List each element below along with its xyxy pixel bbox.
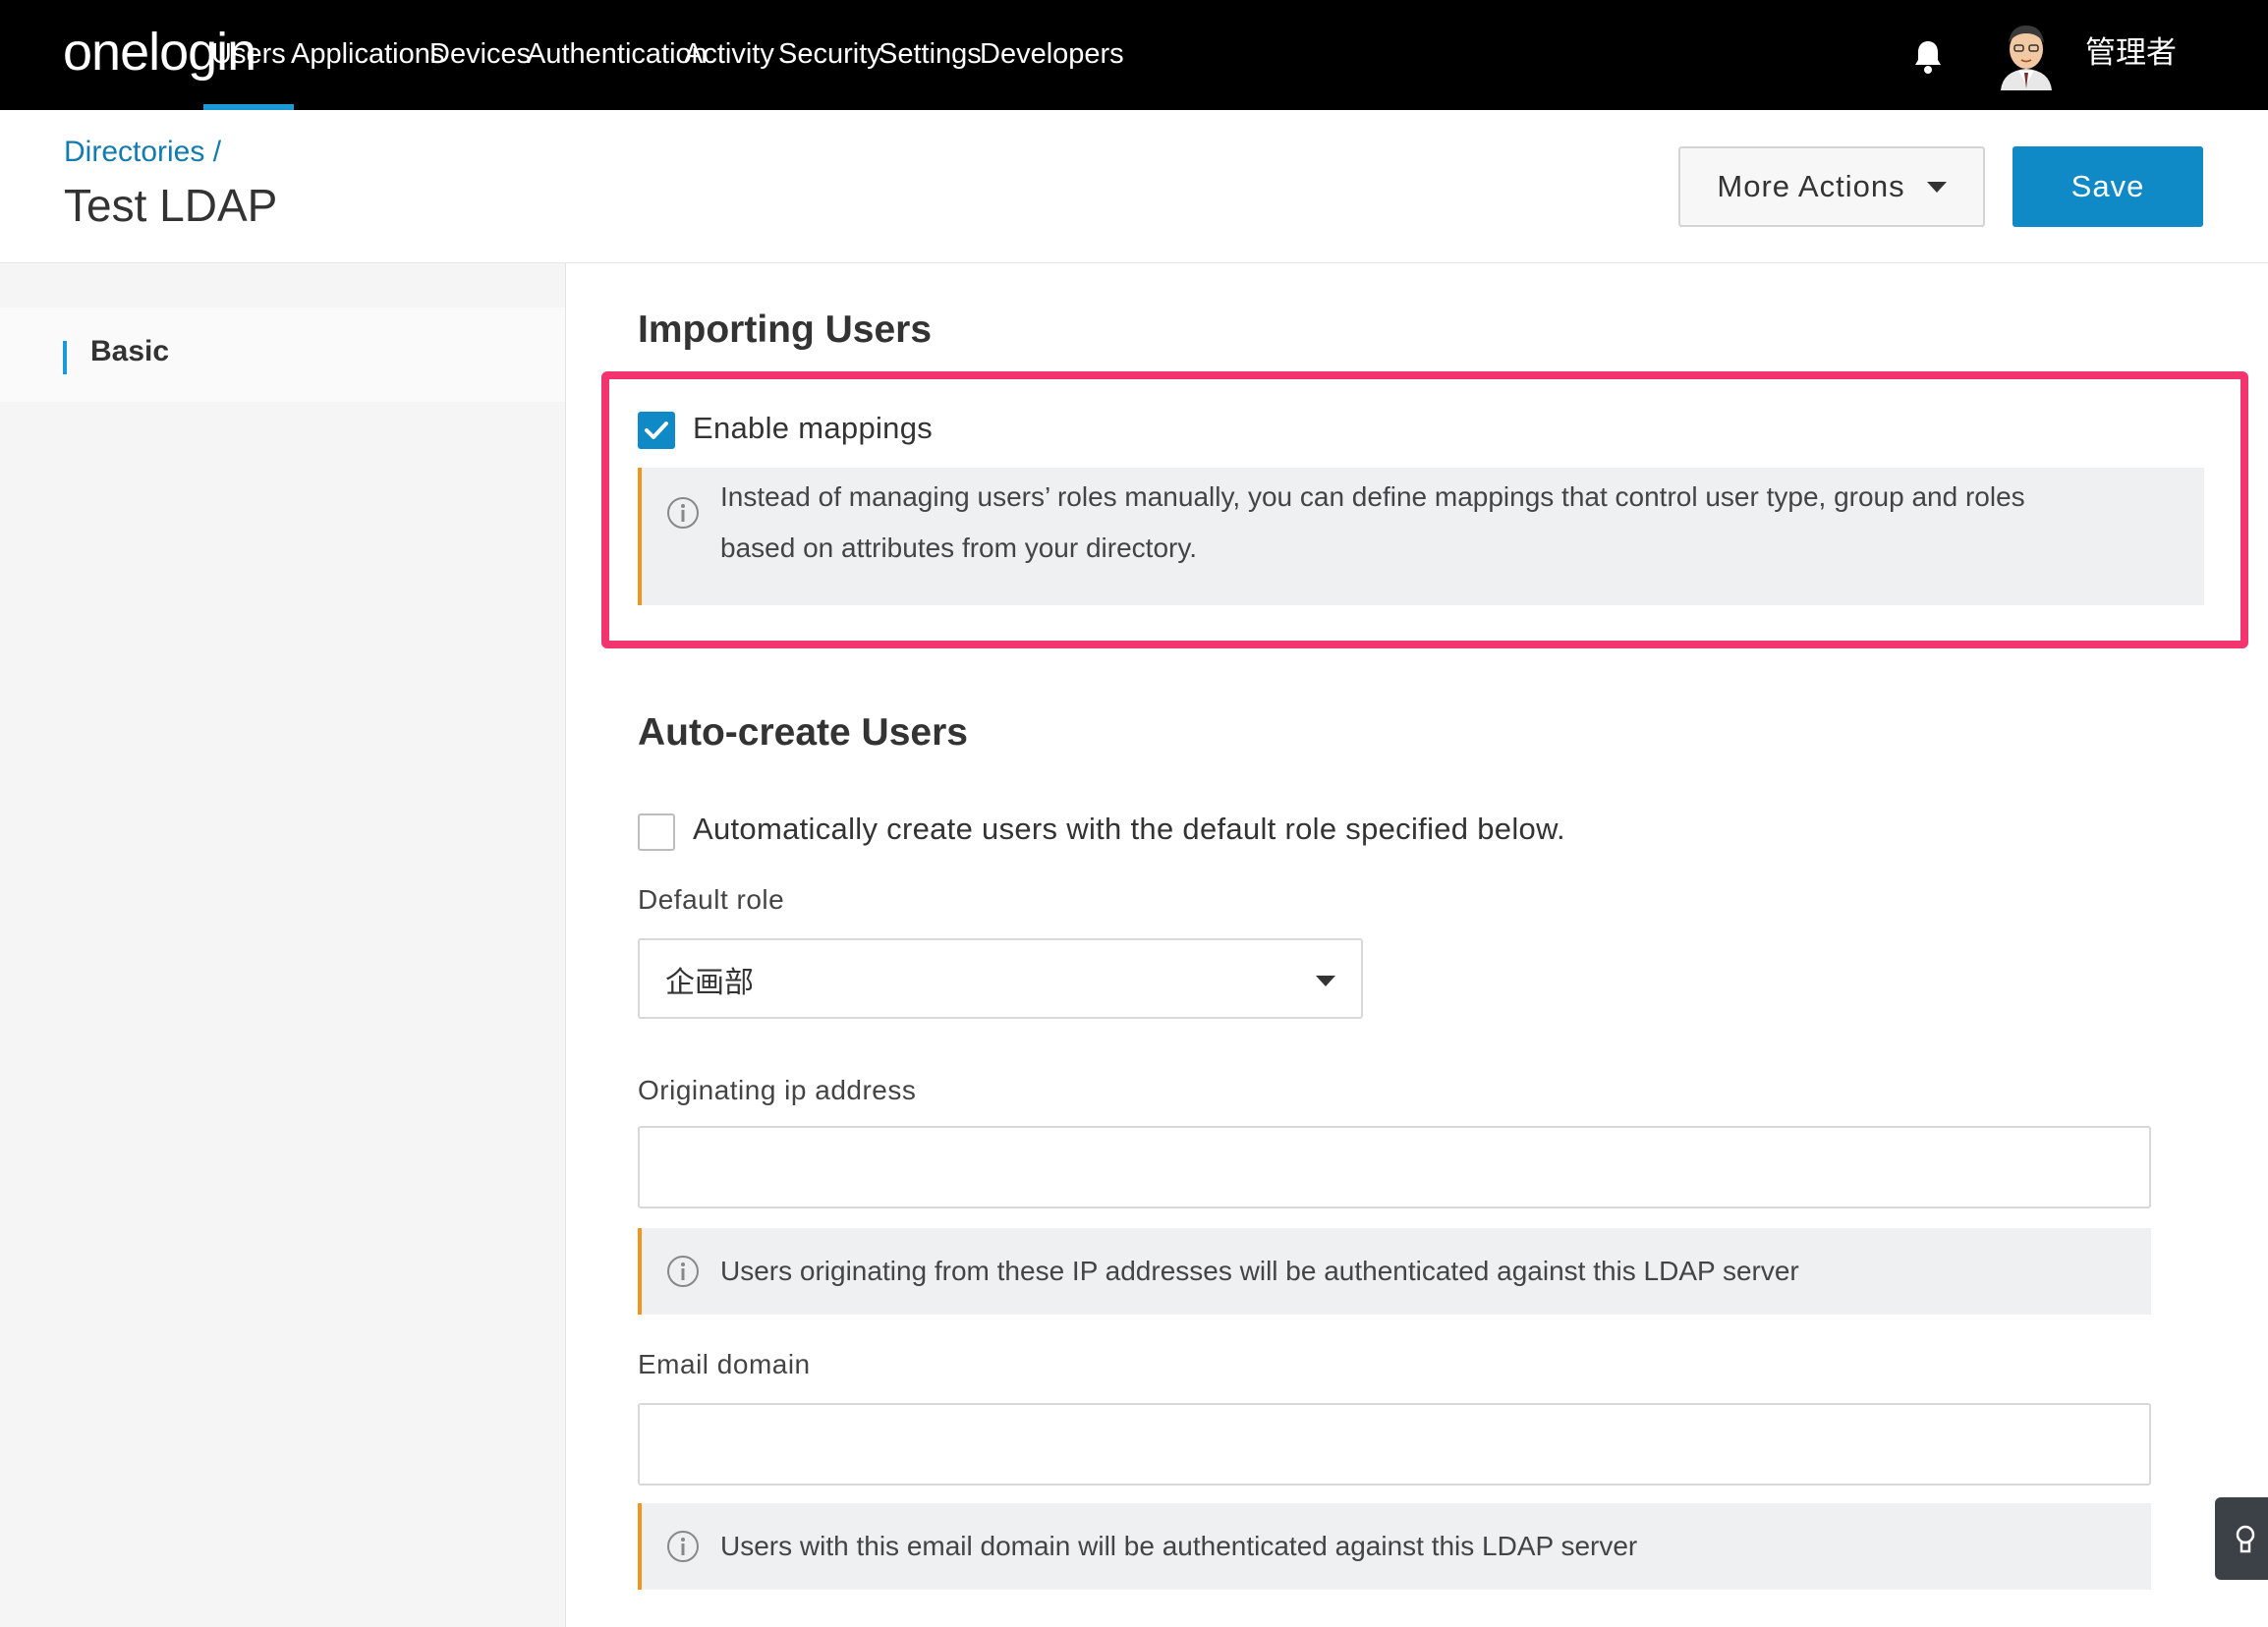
originating-ip-info-box: Users originating from these IP addresse… (638, 1228, 2151, 1315)
originating-ip-input[interactable] (638, 1126, 2151, 1208)
info-icon (667, 1531, 699, 1562)
nav-item-settings[interactable]: Settings (879, 0, 982, 110)
user-menu-name[interactable]: 管理者 (2085, 0, 2177, 110)
default-role-value: 企画部 (665, 967, 754, 999)
save-button[interactable]: Save (2013, 146, 2203, 227)
email-domain-input[interactable] (638, 1403, 2151, 1486)
originating-ip-label: Originating ip address (638, 1075, 917, 1105)
nav-item-devices[interactable]: Devices (429, 0, 531, 110)
user-avatar-icon[interactable] (1995, 20, 2058, 90)
nav-item-developers[interactable]: Developers (980, 0, 1124, 110)
auto-create-users-heading: Auto-create Users (638, 711, 968, 754)
page-title: Test LDAP (64, 180, 278, 231)
email-domain-label: Email domain (638, 1349, 811, 1379)
nav-item-activity[interactable]: Activity (684, 0, 774, 110)
importing-users-heading: Importing Users (638, 309, 933, 351)
main-content: Importing Users Enable mappings Instead … (566, 263, 2268, 1627)
mappings-info-line2: based on attributes from your directory. (720, 533, 1198, 563)
notification-bell-icon[interactable] (1906, 35, 1950, 79)
sidebar-item-label: Basic (90, 335, 170, 367)
page-header: Directories / Test LDAP More Actions Sav… (0, 110, 2268, 263)
mappings-info-box: Instead of managing users’ roles manuall… (638, 468, 2204, 605)
breadcrumb-directories[interactable]: Directories / (64, 136, 221, 169)
check-icon (645, 421, 668, 439)
nav-item-applications[interactable]: Applications (291, 0, 444, 110)
nav-item-users[interactable]: Users (203, 0, 294, 110)
top-navigation-bar: onelogin Users Applications Devices Auth… (0, 0, 2268, 110)
email-domain-info-text: Users with this email domain will be aut… (720, 1531, 1638, 1561)
info-icon (667, 1256, 699, 1287)
auto-create-checkbox[interactable] (638, 814, 675, 851)
default-role-label: Default role (638, 884, 785, 915)
chevron-down-icon (1926, 181, 1947, 193)
help-tab[interactable] (2215, 1497, 2268, 1580)
more-actions-label: More Actions (1717, 169, 1905, 203)
email-domain-info-box: Users with this email domain will be aut… (638, 1503, 2151, 1590)
chevron-down-icon (1316, 976, 1335, 986)
default-role-select[interactable]: 企画部 (638, 938, 1363, 1019)
nav-item-authentication[interactable]: Authentication (527, 0, 708, 110)
mappings-info-line1: Instead of managing users’ roles manuall… (720, 481, 2025, 512)
info-icon (667, 497, 699, 529)
lightbulb-icon (2236, 1525, 2255, 1553)
active-indicator (63, 341, 67, 374)
nav-item-security[interactable]: Security (778, 0, 881, 110)
sidebar-item-basic[interactable]: Basic (0, 308, 565, 402)
auto-create-label[interactable]: Automatically create users with the defa… (693, 812, 1565, 847)
enable-mappings-label[interactable]: Enable mappings (693, 411, 933, 446)
sidebar: Basic (0, 263, 566, 1627)
originating-ip-info-text: Users originating from these IP addresse… (720, 1256, 1799, 1286)
more-actions-button[interactable]: More Actions (1678, 146, 1985, 227)
enable-mappings-checkbox[interactable] (638, 412, 675, 449)
